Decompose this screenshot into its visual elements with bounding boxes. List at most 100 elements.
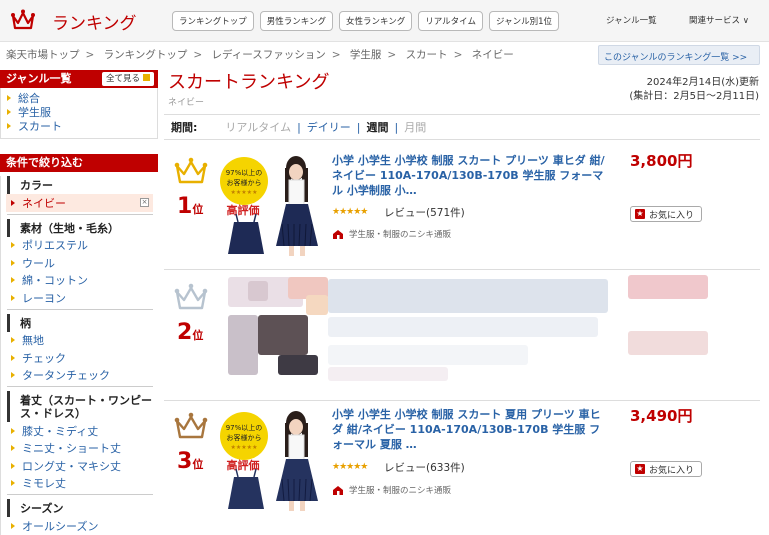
product-price: 3,800円	[630, 152, 693, 170]
breadcrumb-rakuten-top[interactable]: 楽天市場トップ	[6, 49, 80, 61]
genre-item-all[interactable]: 総合	[7, 91, 151, 105]
svg-text:97%以上の: 97%以上の	[226, 168, 263, 177]
crown-logo-icon[interactable]	[10, 7, 36, 33]
gold-crown-icon	[174, 157, 208, 184]
filter-color-title: カラー	[7, 176, 158, 194]
shop-icon	[333, 485, 343, 495]
breadcrumb-skirt[interactable]: スカート	[406, 49, 448, 61]
svg-text:★★★★★: ★★★★★	[231, 189, 258, 196]
filter-material-rayon[interactable]: レーヨン	[1, 289, 158, 307]
filter-length-long[interactable]: ロング丈・マキシ丈	[1, 457, 158, 475]
ranking-item: 1位 97%以上の お客様から ★★★★★ 高評価 小学 小学生 小学校 制服 …	[164, 148, 760, 268]
breadcrumb-ranking-top[interactable]: ランキングトップ	[104, 49, 188, 61]
tab-monthly: 月間	[404, 121, 427, 134]
nav-male-ranking[interactable]: 男性ランキング	[259, 11, 333, 31]
product-photo-icon: 97%以上の お客様から ★★★★★ 高評価	[220, 156, 318, 256]
genre-ranking-list-link[interactable]: このジャンルのランキング一覧 >>	[598, 45, 760, 65]
arrow-icon	[7, 109, 11, 115]
filter-material-cotton[interactable]: 綿・コットン	[1, 272, 158, 290]
rank-number: 2位	[177, 320, 204, 345]
rating-stars: ★★★★★	[332, 462, 368, 472]
nav-female-ranking[interactable]: 女性ランキング	[339, 11, 413, 31]
product-photo-icon: 97%以上の お客様から ★★★★★ 高評価	[220, 411, 318, 511]
shop-icon	[333, 229, 343, 239]
filter-season-title: シーズン	[7, 499, 158, 517]
filter-material-wool[interactable]: ウール	[1, 254, 158, 272]
header: ランキング ランキングトップ 男性ランキング 女性ランキング リアルタイム ジャ…	[0, 0, 769, 42]
period-tabs: 期間: リアルタイム | デイリー | 週間 | 月間	[164, 114, 760, 140]
genre-list-header: ジャンル一覧 全て見る	[0, 70, 158, 88]
svg-text:お客様から: お客様から	[227, 178, 262, 187]
period-separator: |	[356, 120, 361, 134]
shop-name[interactable]: 学生服・制服のニシキ通販	[332, 228, 451, 240]
review-link[interactable]: レビュー(633件)	[384, 460, 465, 475]
period-label: 期間:	[171, 121, 198, 134]
rank-number: 1位	[177, 194, 204, 219]
rank-number: 3位	[177, 449, 204, 474]
updated-date: 2024年2月14日(水)更新	[646, 77, 759, 88]
filter-header: 条件で絞り込む	[0, 154, 158, 172]
nav-genre-first[interactable]: ジャンル別1位	[489, 11, 559, 31]
page-subtitle: ネイビー	[168, 98, 205, 108]
product-title-link[interactable]: 小学 小学生 小学校 制服 スカート 夏用 プリーツ 車ヒダ 紺/ネイビー 11…	[332, 407, 607, 452]
product-title-link[interactable]: 小学 小学生 小学校 制服 スカート プリーツ 車ヒダ 紺/ネイビー 110A-…	[332, 153, 607, 198]
filter-material-title: 素材（生地・毛糸）	[7, 218, 158, 237]
genre-list-link[interactable]: ジャンル一覧	[606, 14, 657, 26]
breadcrumb-navy[interactable]: ネイビー	[472, 49, 514, 61]
filter-color-navy[interactable]: ネイビー ×	[6, 194, 153, 212]
silver-crown-icon	[174, 283, 208, 310]
period-separator: |	[394, 120, 399, 134]
filter-pattern-tartan[interactable]: タータンチェック	[1, 367, 158, 385]
breadcrumb-school-uniform[interactable]: 学生服	[350, 49, 382, 61]
period-separator: |	[297, 120, 301, 134]
filter-material-polyester[interactable]: ポリエステル	[1, 237, 158, 255]
blurred-product	[228, 275, 708, 385]
svg-text:高評価: 高評価	[227, 203, 260, 217]
filter-length-title: 着丈（スカート・ワンピース・ドレス）	[7, 391, 158, 422]
ranking-item: 3位 97%以上の お客様から ★★★★★ 高評価 小学 小学生 小学校 制服 …	[164, 401, 760, 523]
rating-stars: ★★★★★	[332, 207, 368, 217]
tab-weekly[interactable]: 週間	[367, 119, 389, 135]
arrow-icon	[7, 95, 11, 101]
related-services-link[interactable]: 関連サービス ∨	[689, 14, 749, 26]
page-title: スカートランキング	[168, 72, 330, 93]
genre-item-skirt[interactable]: スカート	[7, 119, 151, 133]
filter-pattern-check[interactable]: チェック	[1, 349, 158, 367]
remove-filter-icon[interactable]: ×	[140, 198, 149, 207]
breadcrumb: 楽天市場トップ > ランキングトップ > レディースファッション > 学生服 > スカー…	[6, 49, 514, 61]
filter-box: カラー ネイビー × 素材（生地・毛糸） ポリエステル ウール 綿・コットン レー…	[0, 176, 158, 535]
favorite-button[interactable]: ★ お気に入り	[630, 461, 702, 477]
sidebar: ジャンル一覧 全て見る 総合 学生服 スカート 条件で絞り込む カラー ネイビー…	[0, 70, 158, 535]
see-all-button[interactable]: 全て見る	[101, 72, 154, 86]
genre-list-title: ジャンル一覧	[6, 72, 72, 85]
product-price: 3,490円	[630, 407, 693, 425]
genre-list: 総合 学生服 スカート	[0, 88, 158, 139]
arrow-icon	[11, 199, 15, 206]
svg-text:高評価: 高評価	[227, 458, 260, 472]
svg-text:お客様から: お客様から	[227, 433, 262, 442]
bronze-crown-icon	[174, 412, 208, 439]
nav-realtime[interactable]: リアルタイム	[418, 11, 483, 31]
review-link[interactable]: レビュー(571件)	[384, 205, 465, 220]
brand-title[interactable]: ランキング	[52, 9, 137, 34]
star-icon: ★	[635, 464, 645, 474]
tab-realtime: リアルタイム	[225, 121, 292, 134]
filter-season-all[interactable]: オールシーズン	[1, 517, 158, 535]
filter-pattern-plain[interactable]: 無地	[1, 332, 158, 350]
filter-length-mimore[interactable]: ミモレ丈	[1, 475, 158, 493]
star-icon: ★	[635, 209, 645, 219]
aggregation-period: (集計日：2月5日～2月11日)	[629, 91, 759, 102]
filter-length-mini[interactable]: ミニ丈・ショート丈	[1, 440, 158, 458]
product-image[interactable]: 97%以上の お客様から ★★★★★ 高評価	[220, 409, 325, 514]
svg-text:★★★★★: ★★★★★	[231, 444, 258, 451]
product-image[interactable]: 97%以上の お客様から ★★★★★ 高評価	[220, 154, 325, 259]
shop-name[interactable]: 学生服・制服のニシキ通販	[332, 484, 451, 496]
header-nav: ランキングトップ 男性ランキング 女性ランキング リアルタイム ジャンル別1位	[172, 11, 559, 31]
favorite-button[interactable]: ★ お気に入り	[630, 206, 702, 222]
tab-daily[interactable]: デイリー	[307, 119, 351, 135]
filter-pattern-title: 柄	[7, 313, 158, 332]
breadcrumb-ladies-fashion[interactable]: レディースファッション	[212, 49, 326, 61]
genre-item-school-uniform[interactable]: 学生服	[7, 105, 151, 119]
filter-length-knee[interactable]: 膝丈・ミディ丈	[1, 422, 158, 440]
nav-ranking-top[interactable]: ランキングトップ	[172, 11, 254, 31]
